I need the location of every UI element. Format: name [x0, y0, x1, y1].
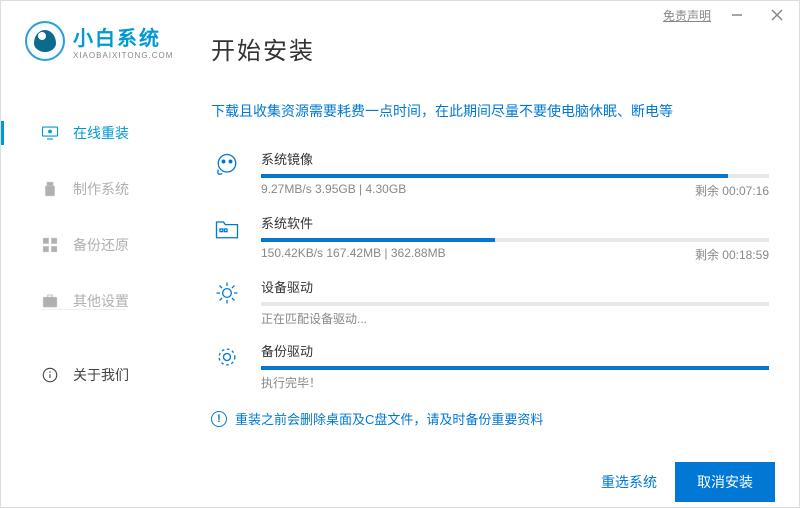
gear-outline-icon: [211, 341, 243, 373]
logo-icon: [25, 21, 65, 61]
task-detail: 正在匹配设备驱动...: [261, 310, 367, 327]
brand-name-en: XIAOBAIXITONG.COM: [73, 51, 173, 60]
alert-icon: !: [211, 411, 227, 427]
reselect-system-button[interactable]: 重选系统: [601, 472, 657, 492]
progress-bar: [261, 302, 769, 306]
gear-icon: [211, 277, 243, 309]
task-title: 系统软件: [261, 213, 769, 232]
sidebar-item-label: 其他设置: [73, 291, 129, 311]
sidebar-item-label: 备份还原: [73, 235, 129, 255]
warning-message: ! 重装之前会删除桌面及C盘文件，请及时备份重要资料: [211, 409, 769, 428]
app-window: 免责声明 小白系统 XIAOBAIXITONG.COM 开始安装 在线重装 制作…: [0, 0, 800, 508]
task-device-driver: 设备驱动 正在匹配设备驱动...: [211, 277, 769, 327]
task-detail: 9.27MB/s 3.95GB | 4.30GB: [261, 182, 406, 199]
task-remaining: 剩余 00:07:16: [695, 182, 769, 199]
sidebar-item-label: 关于我们: [73, 365, 129, 385]
task-detail: 执行完毕！: [261, 374, 321, 391]
sidebar-item-about[interactable]: 关于我们: [1, 353, 155, 397]
sidebar-item-label: 在线重装: [73, 123, 129, 143]
grid-icon: [41, 236, 59, 254]
sidebar-item-other-settings[interactable]: 其他设置: [1, 279, 155, 323]
brand-name-cn: 小白系统: [73, 22, 173, 51]
progress-bar: [261, 366, 769, 370]
progress-bar: [261, 238, 769, 242]
disclaimer-link[interactable]: 免责声明: [663, 7, 711, 24]
brand-header: 小白系统 XIAOBAIXITONG.COM: [25, 21, 173, 61]
page-title: 开始安装: [211, 31, 315, 66]
minimize-icon: [731, 9, 743, 21]
progress-bar: [261, 174, 769, 178]
sidebar-item-backup-restore[interactable]: 备份还原: [1, 223, 155, 267]
task-remaining: 剩余 00:18:59: [695, 246, 769, 263]
usb-icon: [41, 180, 59, 198]
task-backup-driver: 备份驱动 执行完毕！: [211, 341, 769, 391]
sidebar-item-make-system[interactable]: 制作系统: [1, 167, 155, 211]
sidebar-item-online-reinstall[interactable]: 在线重装: [1, 111, 155, 155]
minimize-button[interactable]: [723, 1, 751, 29]
folder-icon: [211, 213, 243, 245]
hint-text: 下载且收集资源需要耗费一点时间，在此期间尽量不要使电脑休眠、断电等: [211, 101, 769, 121]
task-title: 系统镜像: [261, 149, 769, 168]
warning-text: 重装之前会删除桌面及C盘文件，请及时备份重要资料: [235, 409, 543, 428]
image-icon: [211, 149, 243, 181]
task-system-software: 系统软件 150.42KB/s 167.42MB | 362.88MB 剩余 00…: [211, 213, 769, 263]
close-icon: [771, 9, 783, 21]
sidebar: 在线重装 制作系统 备份还原 其他设置 关于我们: [1, 81, 156, 457]
task-title: 备份驱动: [261, 341, 769, 360]
task-detail: 150.42KB/s 167.42MB | 362.88MB: [261, 246, 446, 263]
sidebar-item-label: 制作系统: [73, 179, 129, 199]
cancel-install-button[interactable]: 取消安装: [675, 462, 775, 502]
content-area: 下载且收集资源需要耗费一点时间，在此期间尽量不要使电脑休眠、断电等 系统镜像 9…: [156, 81, 799, 457]
task-title: 设备驱动: [261, 277, 769, 296]
info-icon: [41, 366, 59, 384]
briefcase-icon: [41, 292, 59, 310]
close-button[interactable]: [763, 1, 791, 29]
sidebar-divider: [41, 309, 126, 310]
footer: 重选系统 取消安装: [1, 457, 799, 507]
task-system-image: 系统镜像 9.27MB/s 3.95GB | 4.30GB 剩余 00:07:16: [211, 149, 769, 199]
monitor-icon: [41, 124, 59, 142]
